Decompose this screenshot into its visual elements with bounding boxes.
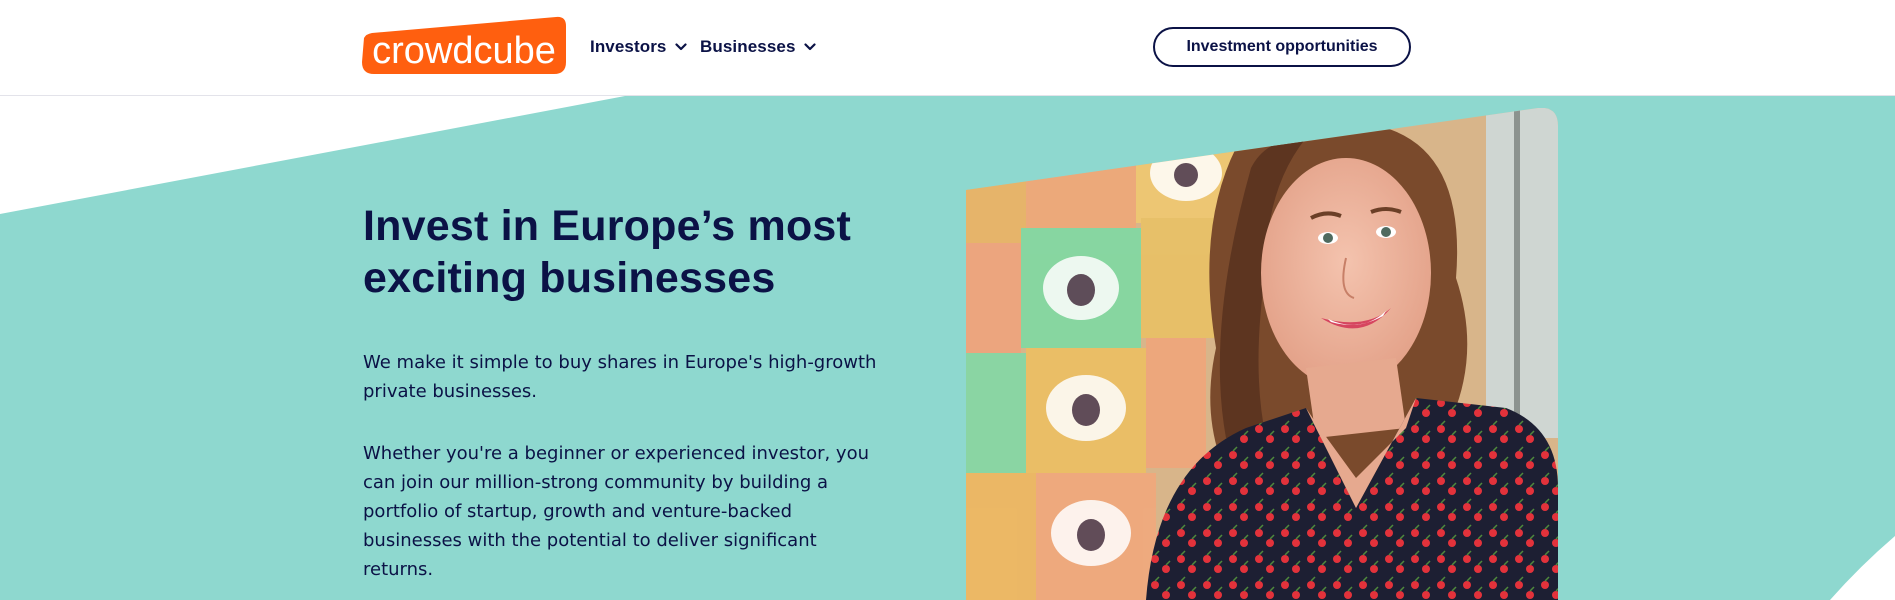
nav-investors[interactable]: Investors — [590, 34, 687, 60]
chevron-down-icon — [803, 43, 816, 51]
chevron-down-icon — [674, 43, 687, 51]
hero-founder-photo — [966, 108, 1558, 600]
investment-opportunities-button[interactable]: Investment opportunities — [1153, 27, 1411, 67]
crowdcube-logo[interactable]: crowdcube — [360, 16, 568, 76]
hero-body-text: Whether you're a beginner or experienced… — [363, 443, 870, 580]
nav-businesses[interactable]: Businesses — [700, 34, 816, 60]
logo-text: crowdcube — [372, 30, 556, 72]
nav-businesses-label: Businesses — [700, 37, 796, 56]
nav-investors-label: Investors — [590, 37, 667, 56]
site-header: crowdcube Investors Businesses Investmen… — [0, 0, 1895, 96]
hero-title: Invest in Europe’s most exciting busines… — [363, 202, 852, 302]
hero-background — [0, 96, 1895, 600]
hero-intro-text: We make it simple to buy shares in Europ… — [363, 352, 877, 402]
